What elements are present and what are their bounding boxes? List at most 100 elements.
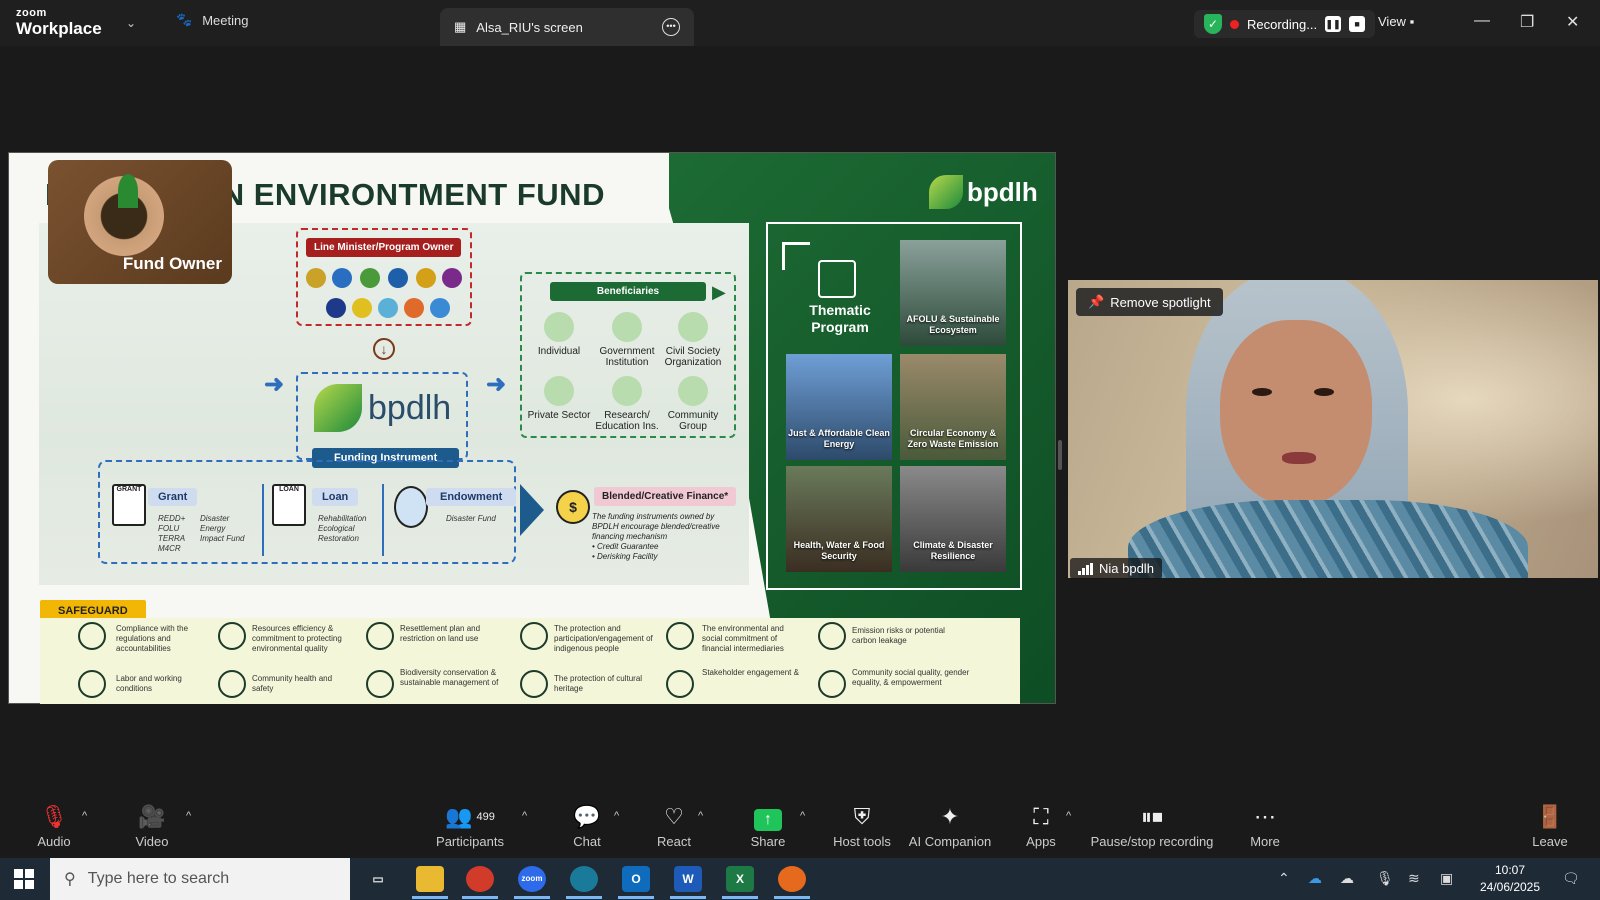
beneficiary-label: Community Group [667, 410, 719, 432]
blended-finance-label: Blended/Creative Finance* [594, 487, 737, 506]
safeguard-item: Community health and safety [252, 674, 333, 693]
active-indicator [618, 896, 654, 899]
wifi-icon[interactable]: ≋ [1408, 870, 1420, 887]
heart-icon: ♡ [664, 804, 684, 829]
file-explorer-icon[interactable] [416, 866, 444, 892]
task-view-icon[interactable]: ▭ [364, 866, 392, 892]
blended-finance-text: The funding instruments owned by BPDLH e… [592, 512, 742, 562]
plant-icon [366, 670, 394, 698]
panel-resize-handle[interactable] [1058, 440, 1062, 470]
restore-icon[interactable]: ❐ [1520, 12, 1534, 32]
windows-start-icon[interactable] [14, 869, 34, 889]
react-button[interactable]: ♡ React [656, 804, 692, 849]
video-options-caret[interactable]: ^ [186, 810, 191, 822]
grant-item: Energy [200, 524, 226, 533]
person-icon [520, 622, 548, 650]
active-indicator [462, 896, 498, 899]
thematic-tile-label: Health, Water & Food Security [793, 540, 885, 561]
apps-button[interactable]: ⛶ Apps [1024, 804, 1058, 849]
view-button[interactable]: View ▪ [1378, 14, 1414, 29]
ministry-emblem-icon [352, 298, 372, 318]
onedrive-icon[interactable]: ☁ [1308, 870, 1322, 887]
ai-companion-button[interactable]: ✦ AI Companion [904, 804, 996, 849]
chat-button[interactable]: 💬 Chat [570, 804, 604, 849]
audio-button[interactable]: 🎙 Audio [36, 804, 72, 849]
safeguard-item: Biodiversity conservation & sustainable … [400, 668, 499, 687]
cloud-sync-icon[interactable]: ☁ [1340, 870, 1354, 887]
zoom-taskbar-icon[interactable]: zoom [518, 866, 546, 892]
chat-label: Chat [573, 834, 601, 849]
pin-icon: 📌 [1088, 294, 1105, 309]
participants-label: Participants [436, 834, 504, 849]
endowment-label: Endowment [426, 488, 517, 506]
outlook-icon[interactable]: O [622, 866, 650, 892]
participants-options-caret[interactable]: ^ [522, 810, 527, 822]
ministry-emblem-icon [388, 268, 408, 288]
stop-recording-button[interactable]: ■ [1349, 16, 1366, 32]
safeguard-item: Resources efficiency & commitment to pro… [252, 624, 342, 653]
endowment-item: Disaster Fund [446, 514, 496, 523]
more-label: More [1250, 834, 1280, 849]
tab-meeting-label: Meeting [202, 12, 249, 28]
minimize-icon[interactable]: — [1474, 12, 1490, 30]
drop-icon [218, 622, 246, 650]
taskbar-clock[interactable]: 10:07 24/06/2025 [1470, 862, 1550, 896]
stakeholder-icon [666, 670, 694, 698]
close-icon[interactable]: ✕ [1566, 12, 1579, 32]
thematic-tile: Health, Water & Food Security [786, 466, 892, 572]
safeguard-item: Community social quality, gender equalit… [852, 668, 970, 687]
grant-item: Disaster [200, 514, 230, 523]
microphone-icon[interactable]: 🎙 [1376, 870, 1394, 887]
participant-video[interactable] [1068, 280, 1598, 578]
host-tools-button[interactable]: ⛨ Host tools [830, 804, 894, 849]
video-button[interactable]: 🎥 Video [132, 804, 172, 849]
loan-icon-text: LOAN [279, 486, 299, 493]
chrome-icon[interactable] [466, 866, 494, 892]
firefox-icon[interactable] [778, 866, 806, 892]
react-options-caret[interactable]: ^ [698, 810, 703, 822]
more-options-icon[interactable]: ••• [662, 18, 680, 36]
leave-label: Leave [1532, 834, 1568, 849]
shield-check-icon: ✓ [1204, 14, 1222, 34]
pause-stop-label: Pause/stop recording [1090, 834, 1214, 849]
ministry-emblem-icon [326, 298, 346, 318]
grant-item: FOLU [158, 524, 180, 533]
ministry-emblem-icon [306, 268, 326, 288]
more-button[interactable]: ⋯ More [1248, 804, 1282, 849]
display-icon[interactable]: ▣ [1440, 870, 1453, 887]
chat-options-caret[interactable]: ^ [614, 810, 619, 822]
tab-shared-screen-label: Alsa_RIU's screen [476, 19, 583, 35]
participants-button[interactable]: 👥 499 Participants [434, 804, 506, 849]
edge-icon[interactable] [570, 866, 598, 892]
pause-recording-button[interactable]: ❚❚ [1325, 16, 1342, 32]
building-icon [612, 312, 642, 342]
pause-stop-recording-button[interactable]: ⏸⏹ Pause/stop recording [1088, 804, 1216, 849]
taskbar-search-input[interactable]: ⚲ Type here to search [50, 858, 350, 900]
word-icon[interactable]: W [674, 866, 702, 892]
share-options-caret[interactable]: ^ [800, 810, 805, 822]
thematic-tile: Circular Economy & Zero Waste Emission [900, 354, 1006, 460]
audio-options-caret[interactable]: ^ [82, 810, 87, 822]
pause-stop-icon: ⏸⏹ [1140, 804, 1163, 829]
chevron-up-icon[interactable]: ⌃ [1278, 870, 1290, 887]
loan-item: Ecological Restoration [318, 524, 359, 543]
notifications-icon[interactable]: 🗨 [1562, 870, 1580, 887]
chevron-down-icon[interactable]: ⌄ [126, 16, 136, 30]
thematic-tile-label: Circular Economy & Zero Waste Emission [907, 428, 999, 449]
apps-options-caret[interactable]: ^ [1066, 810, 1071, 822]
tab-shared-screen[interactable]: ▦ Alsa_RIU's screen ••• [440, 8, 694, 46]
tab-meeting[interactable]: 🐾 Meeting [176, 12, 248, 28]
ai-companion-label: AI Companion [908, 834, 992, 849]
line-minister-label: Line Minister/Program Owner [306, 238, 462, 257]
share-screen-icon: ↑ [748, 804, 788, 831]
remove-spotlight-button[interactable]: 📌 Remove spotlight [1076, 288, 1223, 316]
fund-owner-label: Fund Owner [122, 254, 222, 273]
thematic-tile: Climate & Disaster Resilience [900, 466, 1006, 572]
share-button[interactable]: ↑ Share [748, 804, 788, 849]
garment [1128, 500, 1528, 578]
excel-icon[interactable]: X [726, 866, 754, 892]
leave-button[interactable]: 🚪 Leave [1530, 804, 1570, 849]
arrow-right-icon: ➜ [264, 371, 285, 398]
share-label: Share [750, 834, 786, 849]
react-label: React [657, 834, 691, 849]
